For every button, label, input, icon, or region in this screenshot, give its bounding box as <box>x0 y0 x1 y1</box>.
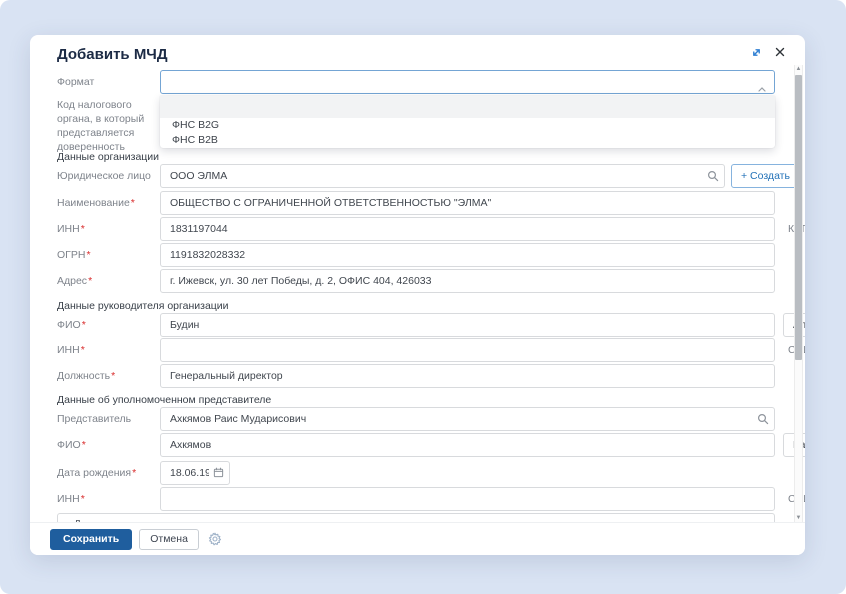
calendar-icon[interactable] <box>213 467 224 478</box>
org-inn-label: ИНН* <box>57 222 160 237</box>
head-position-input[interactable] <box>160 364 775 388</box>
legal-entity-label: Юридическое лицо <box>57 169 160 184</box>
chevron-up-icon <box>758 79 766 97</box>
section-org-header: Данные организации <box>57 151 775 163</box>
org-ogrn-label: ОГРН* <box>57 248 160 263</box>
gear-icon[interactable] <box>208 532 222 546</box>
save-button[interactable]: Сохранить <box>50 529 132 550</box>
scrollbar[interactable]: ▲ ▼ <box>794 65 803 522</box>
format-row: Формат ФНС B2G ФНС B2B <box>57 70 775 94</box>
close-icon[interactable] <box>773 45 787 59</box>
rep-inn-input[interactable] <box>160 487 775 511</box>
org-ogrn-input[interactable] <box>160 243 775 267</box>
format-select[interactable] <box>160 70 775 94</box>
expand-icon[interactable] <box>749 45 763 59</box>
add-mchd-dialog: Добавить МЧД Формат <box>30 35 805 555</box>
rep-fio-row: ФИО* <box>57 433 775 457</box>
head-fio-row: ФИО* <box>57 313 775 337</box>
format-dropdown: ФНС B2G ФНС B2B <box>160 96 775 148</box>
search-icon[interactable] <box>757 413 769 425</box>
birth-date-row: Дата рождения* <box>57 461 775 485</box>
head-inn-label: ИНН* <box>57 343 160 358</box>
org-inn-kpp-row: ИНН* КПП* <box>57 217 775 241</box>
scroll-down-arrow[interactable]: ▼ <box>795 514 802 522</box>
org-inn-input[interactable] <box>160 217 775 241</box>
birth-date-label: Дата рождения* <box>57 466 160 481</box>
rep-lastname-input[interactable] <box>160 433 775 457</box>
head-lastname-input[interactable] <box>160 313 775 337</box>
representative-row: Представитель <box>57 407 775 431</box>
org-address-input[interactable] <box>160 269 775 293</box>
org-name-label: Наименование* <box>57 196 160 211</box>
rep-inn-label: ИНН* <box>57 492 160 507</box>
scrollbar-thumb[interactable] <box>795 75 802 360</box>
tax-authority-label: Код налогового органа, в который предста… <box>57 98 160 154</box>
representative-label: Представитель <box>57 412 160 427</box>
org-address-row: Адрес* <box>57 269 775 293</box>
legal-entity-row: Юридическое лицо + Создать <box>57 164 775 188</box>
format-option-fns-b2b[interactable]: ФНС B2B <box>160 133 775 148</box>
rep-inn-snils-row: ИНН* СНИЛС* <box>57 487 775 511</box>
legal-entity-input[interactable] <box>160 164 725 188</box>
representative-input[interactable] <box>160 407 775 431</box>
search-icon[interactable] <box>707 170 719 182</box>
rep-fio-label: ФИО* <box>57 438 160 453</box>
section-rep-header: Данные об уполномоченном представителе <box>57 394 775 406</box>
clipped-next-field: Д <box>57 513 775 522</box>
dialog-header: Добавить МЧД <box>30 35 805 65</box>
org-ogrn-row: ОГРН* <box>57 243 775 267</box>
head-position-row: Должность* <box>57 364 775 388</box>
format-option-fns-b2g[interactable]: ФНС B2G <box>160 118 775 133</box>
scroll-up-arrow[interactable]: ▲ <box>795 65 802 73</box>
format-option-empty[interactable] <box>160 96 775 118</box>
org-name-row: Наименование* <box>57 191 775 215</box>
head-fio-label: ФИО* <box>57 318 160 333</box>
dialog-title: Добавить МЧД <box>57 46 168 63</box>
cancel-button[interactable]: Отмена <box>139 529 199 550</box>
section-head-header: Данные руководителя организации <box>57 300 775 312</box>
head-position-label: Должность* <box>57 369 160 384</box>
page-background: Добавить МЧД Формат <box>0 0 846 594</box>
create-button[interactable]: + Создать <box>731 164 800 188</box>
org-name-input[interactable] <box>160 191 775 215</box>
dialog-footer: Сохранить Отмена <box>30 522 805 555</box>
dialog-scroll-area: Формат ФНС B2G ФНС B2B <box>30 65 805 522</box>
head-inn-input[interactable] <box>160 338 775 362</box>
org-address-label: Адрес* <box>57 274 160 289</box>
head-inn-snils-row: ИНН* СНИЛС* <box>57 338 775 362</box>
format-label: Формат <box>57 75 160 90</box>
